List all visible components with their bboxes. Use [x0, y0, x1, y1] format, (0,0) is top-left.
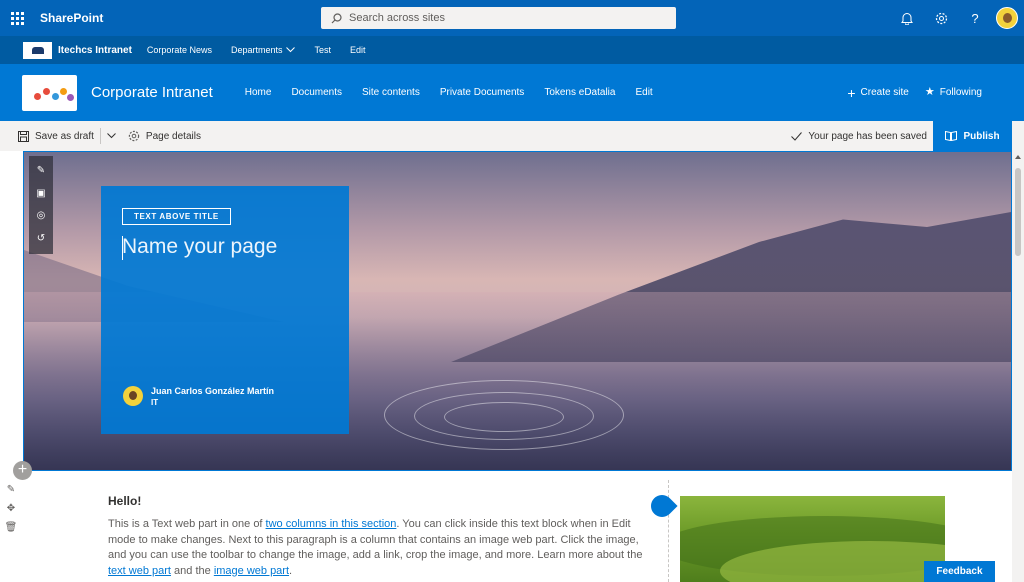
hub-link-edit[interactable]: Edit — [350, 45, 366, 55]
notifications-button[interactable] — [890, 0, 924, 36]
help-button[interactable]: ? — [958, 0, 992, 36]
plus-icon: + — [847, 84, 856, 101]
search-icon — [331, 12, 342, 23]
publish-button[interactable]: Publish — [933, 121, 1012, 151]
page-details-button[interactable]: Page details — [128, 130, 201, 142]
text-web-part-link[interactable]: text web part — [108, 565, 171, 577]
author-avatar — [123, 386, 143, 406]
suite-bar: SharePoint Search across sites ? — [0, 0, 1024, 36]
hub-link-corporate-news[interactable]: Corporate News — [147, 45, 212, 55]
create-site-label: Create site — [860, 87, 909, 98]
publish-label: Publish — [963, 130, 1000, 142]
author-department: IT — [151, 398, 159, 407]
focal-point-icon[interactable]: ◎ — [37, 211, 46, 221]
site-nav-home[interactable]: Home — [245, 87, 272, 98]
move-section-icon[interactable]: ✥ — [7, 503, 15, 514]
hub-link-label: Test — [314, 45, 331, 55]
bell-icon — [901, 12, 913, 25]
topic-header[interactable]: TEXT ABOVE TITLE — [122, 208, 231, 225]
checkmark-icon — [791, 131, 803, 141]
edit-section-icon[interactable]: ✎ — [7, 484, 15, 495]
two-columns-link[interactable]: two columns in this section — [266, 518, 397, 530]
site-nav-tokens-edatalia[interactable]: Tokens eDatalia — [544, 87, 615, 98]
site-header: Corporate Intranet Home Documents Site c… — [0, 64, 1024, 121]
gear-icon — [935, 12, 947, 24]
scrollbar-thumb[interactable] — [1015, 168, 1021, 256]
image-web-part-link[interactable]: image web part — [214, 565, 289, 577]
app-launcher-button[interactable] — [1, 0, 33, 36]
chevron-down-icon — [286, 47, 296, 53]
title-region-toolbar: ✎ ▣ ◎ ↺ — [29, 156, 53, 254]
following-button[interactable]: ★ Following — [924, 86, 982, 99]
waffle-icon — [10, 11, 24, 25]
text-heading: Hello! — [108, 494, 142, 508]
vertical-scrollbar[interactable] — [1012, 151, 1024, 582]
section-toolbar: ✎ ✥ 🗑 — [4, 484, 18, 533]
paragraph-text: This is a Text web part in one of — [108, 518, 266, 530]
column-divider — [668, 480, 669, 582]
save-status-label: Your page has been saved — [808, 130, 927, 142]
author-byline[interactable]: Juan Carlos González Martín IT — [123, 386, 274, 407]
hub-link-test[interactable]: Test — [314, 45, 331, 55]
scroll-up-arrow[interactable] — [1015, 155, 1021, 159]
feedback-button[interactable]: Feedback — [924, 561, 995, 582]
ripple — [444, 402, 564, 432]
reset-icon[interactable]: ↺ — [37, 233, 45, 244]
title-overlay: TEXT ABOVE TITLE Name your page Juan Car… — [101, 186, 349, 434]
hub-title[interactable]: Itechcs Intranet — [58, 45, 132, 56]
image-web-part[interactable] — [680, 496, 945, 582]
search-box[interactable]: Search across sites — [321, 7, 676, 29]
site-nav-documents[interactable]: Documents — [291, 87, 342, 98]
page-title-input[interactable]: Name your page — [122, 235, 277, 260]
command-bar: Save as draft Page details Your page has… — [0, 121, 1024, 151]
hub-link-departments[interactable]: Departments — [231, 45, 296, 55]
site-nav-edit[interactable]: Edit — [635, 87, 652, 98]
question-icon: ? — [971, 10, 979, 26]
plus-icon: + — [17, 461, 28, 478]
delete-section-icon[interactable]: 🗑 — [5, 522, 18, 533]
app-name[interactable]: SharePoint — [40, 11, 103, 25]
save-icon — [18, 130, 29, 142]
book-icon — [945, 131, 958, 141]
user-avatar[interactable] — [996, 7, 1018, 29]
paragraph-text: and the — [170, 564, 214, 577]
save-draft-button[interactable]: Save as draft — [18, 130, 94, 142]
create-site-button[interactable]: + Create site — [847, 86, 909, 100]
text-web-part[interactable]: Hello! This is a Text web part in one of… — [108, 494, 656, 579]
site-nav-private-documents[interactable]: Private Documents — [440, 87, 524, 98]
hub-link-label: Edit — [350, 45, 366, 55]
site-nav-site-contents[interactable]: Site contents — [362, 87, 420, 98]
add-section-button[interactable]: + — [13, 461, 32, 480]
hub-link-label: Departments — [230, 45, 283, 55]
save-draft-label: Save as draft — [35, 130, 94, 142]
hub-nav: Itechcs Intranet Corporate News Departme… — [0, 36, 1024, 64]
save-status: Your page has been saved — [791, 121, 927, 151]
site-logo[interactable] — [22, 74, 77, 111]
settings-button[interactable] — [924, 0, 958, 36]
save-options-dropdown[interactable] — [107, 133, 116, 139]
following-label: Following — [939, 87, 982, 98]
hub-logo[interactable] — [23, 41, 52, 59]
chevron-down-icon — [107, 133, 116, 139]
text-paragraph: This is a Text web part in one of two co… — [108, 517, 656, 579]
page-details-label: Page details — [145, 130, 201, 142]
author-name: Juan Carlos González Martín — [151, 386, 275, 396]
change-image-icon[interactable]: ▣ — [36, 188, 45, 199]
title-region[interactable]: ✎ ▣ ◎ ↺ TEXT ABOVE TITLE Name your page … — [23, 151, 1012, 471]
paragraph-text: . — [289, 564, 293, 577]
edit-pencil-icon[interactable]: ✎ — [37, 166, 45, 176]
search-placeholder: Search across sites — [349, 12, 445, 24]
gear-icon — [128, 130, 140, 142]
hub-link-label: Corporate News — [146, 45, 212, 55]
divider — [99, 128, 101, 144]
site-title[interactable]: Corporate Intranet — [91, 84, 213, 101]
star-icon: ★ — [924, 86, 935, 98]
